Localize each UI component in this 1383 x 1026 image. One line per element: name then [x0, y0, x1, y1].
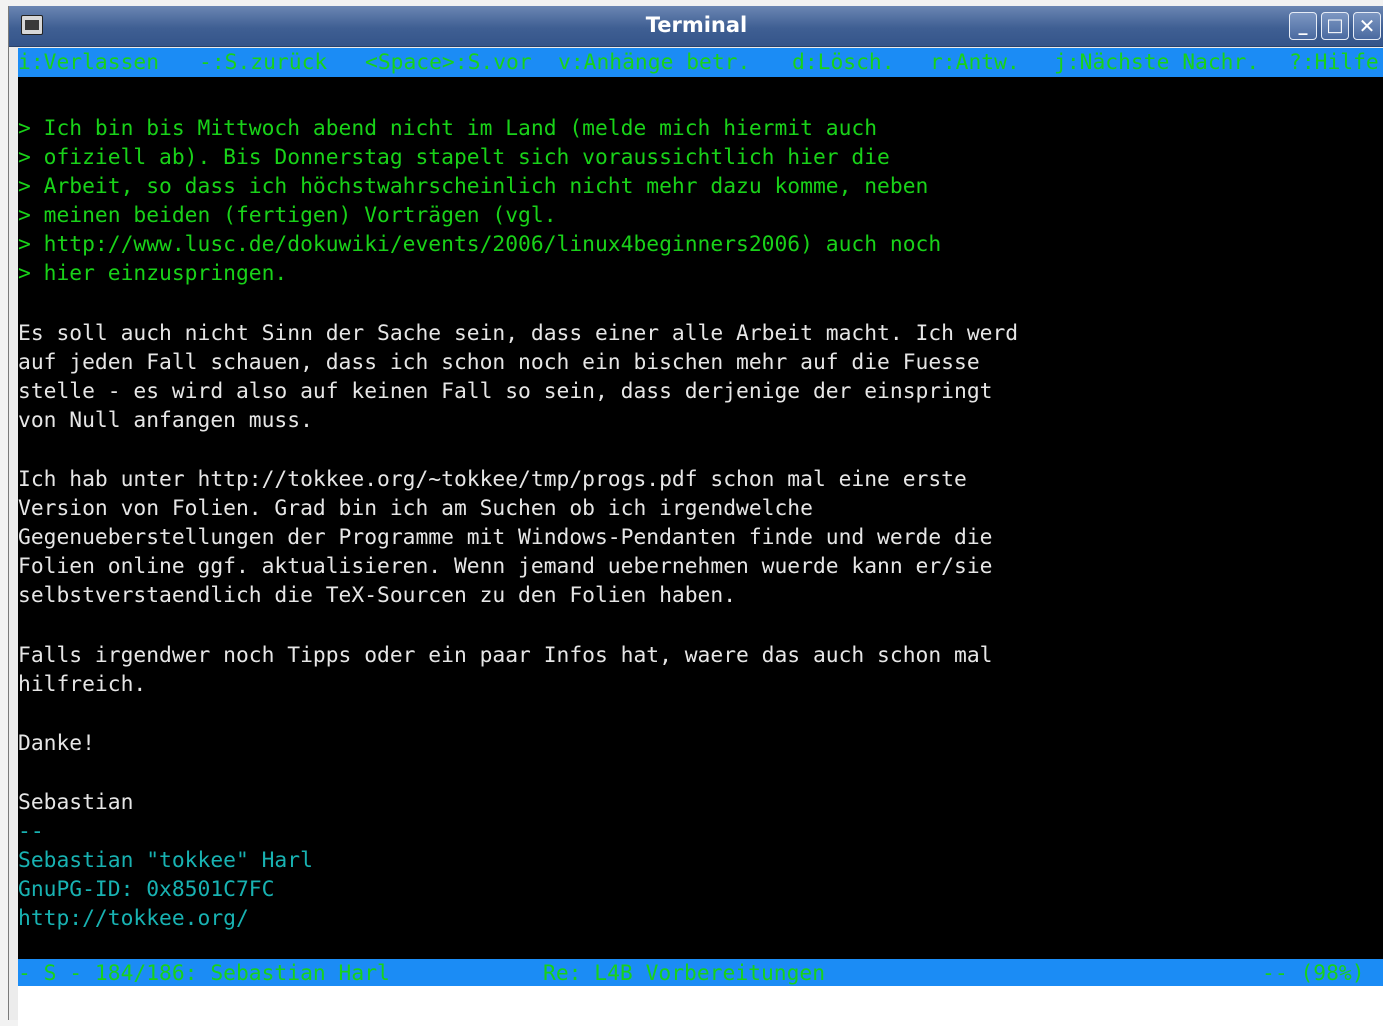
terminal-bottom-area [18, 986, 1383, 1026]
help-item-page-back[interactable]: -:S.zurück [199, 48, 327, 77]
title-bar[interactable]: Terminal _ □ ✕ [9, 6, 1383, 47]
body-line: Folien online ggf. aktualisieren. Wenn j… [18, 554, 993, 579]
signature-separator: -- [18, 819, 44, 844]
quoted-line: > hier einzuspringen. [18, 261, 288, 286]
body-line: Gegenueberstellungen der Programme mit W… [18, 525, 993, 550]
quoted-line: > http://www.lusc.de/dokuwiki/events/200… [18, 232, 942, 257]
quoted-line: > meinen beiden (fertigen) Vorträgen (vg… [18, 203, 557, 228]
signature-line: GnuPG-ID: 0x8501C7FC [18, 877, 275, 902]
body-line: Version von Folien. Grad bin ich am Such… [18, 496, 813, 521]
body-line: hilfreich. [18, 672, 147, 697]
status-position: -- (98%) [1262, 961, 1365, 986]
close-button[interactable]: ✕ [1353, 12, 1381, 40]
signature-url: http://tokkee.org/ [18, 906, 249, 931]
help-item-help[interactable]: ?:Hilfe [1289, 48, 1379, 77]
status-message-index: - S - 184/186: Sebastian Harl [18, 961, 390, 986]
body-line: von Null anfangen muss. [18, 408, 313, 433]
minimize-button[interactable]: _ [1289, 12, 1317, 40]
help-item-next-message[interactable]: j:Nächste Nachr. [1054, 48, 1259, 77]
quoted-line: > Ich bin bis Mittwoch abend nicht im La… [18, 116, 878, 141]
help-item-reply[interactable]: r:Antw. [930, 48, 1020, 77]
sender-name: Sebastian [18, 790, 134, 815]
terminal-view[interactable]: i:Verlassen -:S.zurück <Space>:S.vor v:A… [18, 48, 1383, 986]
signature-line: Sebastian "tokkee" Harl [18, 848, 313, 873]
status-bar: - S - 184/186: Sebastian Harl Re: L4B Vo… [18, 959, 1383, 986]
window-title: Terminal [645, 13, 748, 37]
help-bar: i:Verlassen -:S.zurück <Space>:S.vor v:A… [18, 48, 1383, 77]
body-line: stelle - es wird also auf keinen Fall so… [18, 379, 993, 404]
help-item-quit[interactable]: i:Verlassen [18, 48, 159, 77]
body-line: Ich hab unter http://tokkee.org/~tokkee/… [18, 467, 967, 492]
quoted-line: > ofiziell ab). Bis Donnerstag stapelt s… [18, 145, 890, 170]
help-item-delete[interactable]: d:Lösch. [792, 48, 895, 77]
terminal-window: Terminal _ □ ✕ i:Verlassen -:S.zurück <S… [8, 6, 1383, 1026]
quoted-line: > Arbeit, so dass ich höchstwahrscheinli… [18, 174, 929, 199]
body-line: Es soll auch nicht Sinn der Sache sein, … [18, 321, 1019, 346]
thanks-line: Danke! [18, 731, 95, 756]
body-line: Falls irgendwer noch Tipps oder ein paar… [18, 643, 993, 668]
maximize-button[interactable]: □ [1321, 12, 1349, 40]
body-line: selbstverstaendlich die TeX-Sourcen zu d… [18, 583, 737, 608]
help-item-page-forward[interactable]: <Space>:S.vor [365, 48, 532, 77]
status-subject: Re: L4B Vorbereitungen [543, 961, 826, 986]
body-line: auf jeden Fall schauen, dass ich schon n… [18, 350, 980, 375]
help-item-attachments[interactable]: v:Anhänge betr. [558, 48, 750, 77]
